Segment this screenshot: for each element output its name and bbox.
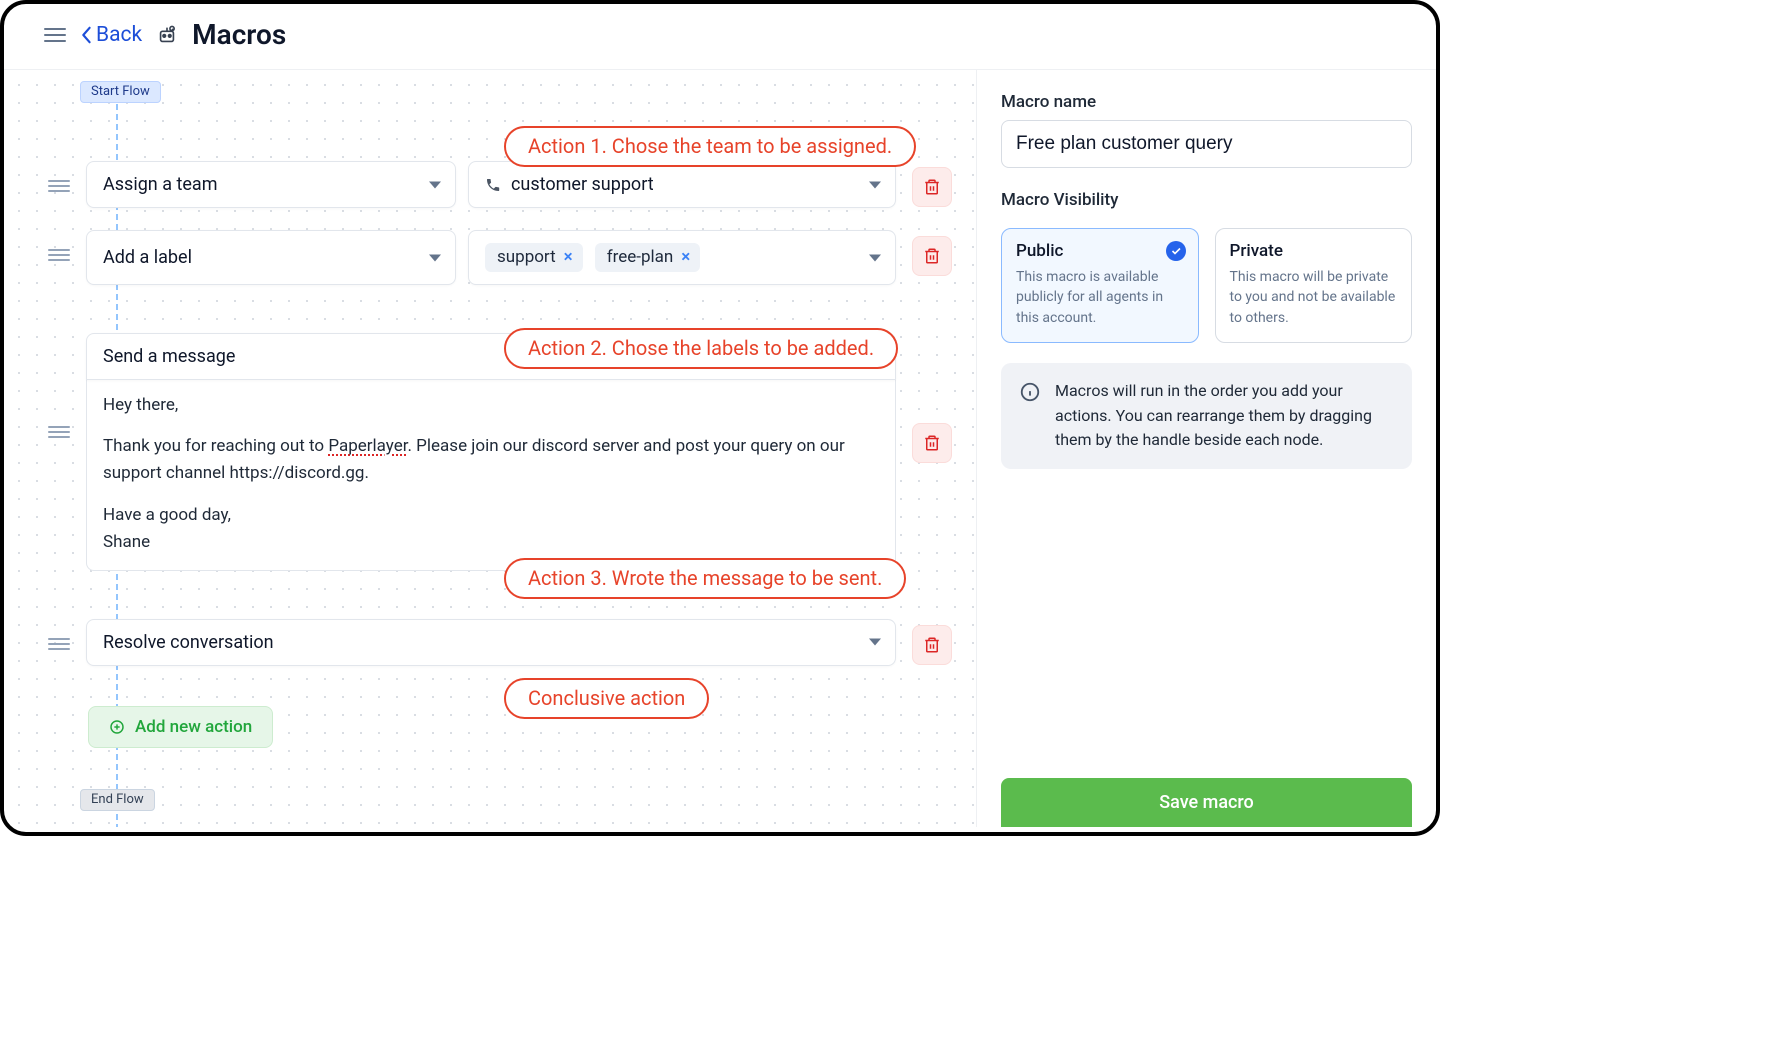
tag-label: support — [497, 247, 556, 267]
trash-icon — [923, 247, 941, 265]
action-value-label: customer support — [511, 174, 654, 195]
remove-tag-button[interactable]: × — [564, 247, 573, 267]
label-tags-input[interactable]: support × free-plan × — [468, 230, 896, 285]
macro-name-label: Macro name — [1001, 92, 1412, 112]
message-line: Thank you for reaching out to Paperlayer… — [103, 433, 879, 487]
macro-name-input[interactable] — [1001, 120, 1412, 168]
plus-circle-icon — [109, 719, 125, 735]
annotation-3: Action 3. Wrote the message to be sent. — [504, 558, 906, 599]
message-textarea[interactable]: Hey there, Thank you for reaching out to… — [86, 380, 896, 571]
delete-action-button[interactable] — [912, 625, 952, 665]
message-line: Have a good day, — [103, 502, 879, 529]
delete-action-button[interactable] — [912, 236, 952, 276]
add-action-button[interactable]: Add new action — [88, 706, 273, 748]
visibility-card-title: Public — [1016, 241, 1184, 261]
info-text: Macros will run in the order you add you… — [1055, 379, 1394, 453]
start-flow-badge: Start Flow — [80, 81, 161, 103]
annotation-4: Conclusive action — [504, 678, 709, 719]
delete-action-button[interactable] — [912, 167, 952, 207]
tag-label: free-plan — [607, 247, 674, 267]
visibility-public-card[interactable]: Public This macro is available publicly … — [1001, 228, 1199, 343]
action-node-resolve: Resolve conversation — [48, 619, 956, 666]
tag-free-plan: free-plan × — [595, 243, 701, 272]
trash-icon — [923, 636, 941, 654]
action-type-select[interactable]: Add a label — [86, 230, 456, 285]
back-link[interactable]: Back — [80, 23, 142, 47]
action-node-assign-team: Assign a team customer support — [48, 161, 956, 208]
action-node-add-label: Add a label support × free-plan × — [48, 230, 956, 285]
end-flow-badge: End Flow — [80, 789, 155, 811]
action-type-label: Resolve conversation — [103, 632, 274, 653]
bot-icon — [156, 24, 178, 46]
trash-icon — [923, 178, 941, 196]
chevron-left-icon — [80, 26, 92, 44]
info-icon — [1019, 381, 1041, 403]
message-line: Shane — [103, 529, 879, 556]
back-label: Back — [96, 23, 142, 47]
right-panel: Macro name Macro Visibility Public This … — [976, 69, 1436, 827]
drag-handle-icon[interactable] — [48, 423, 70, 441]
app-window: Back Macros Start Flow Action 1. Chose t… — [0, 0, 1440, 836]
action-type-select[interactable]: Resolve conversation — [86, 619, 896, 666]
visibility-card-title: Private — [1230, 241, 1398, 261]
drag-handle-icon[interactable] — [48, 246, 70, 264]
action-type-label: Send a message — [103, 346, 235, 367]
header: Back Macros — [4, 4, 1436, 69]
action-type-select[interactable]: Assign a team — [86, 161, 456, 208]
check-circle-icon — [1166, 241, 1186, 261]
phone-icon — [485, 177, 501, 193]
add-action-label: Add new action — [135, 717, 252, 737]
chevron-down-icon — [429, 181, 441, 188]
flow-canvas[interactable]: Start Flow Action 1. Chose the team to b… — [4, 69, 976, 827]
action-value-select[interactable]: customer support — [468, 161, 896, 208]
save-label: Save macro — [1159, 792, 1254, 813]
chevron-down-icon — [429, 254, 441, 261]
action-type-label: Assign a team — [103, 174, 217, 195]
annotation-1: Action 1. Chose the team to be assigned. — [504, 126, 916, 167]
visibility-private-card[interactable]: Private This macro will be private to yo… — [1215, 228, 1413, 343]
info-banner: Macros will run in the order you add you… — [1001, 363, 1412, 469]
visibility-card-desc: This macro is available publicly for all… — [1016, 267, 1184, 328]
drag-handle-icon[interactable] — [48, 177, 70, 195]
page-title: Macros — [192, 18, 286, 51]
message-line: Hey there, — [103, 392, 879, 419]
delete-action-button[interactable] — [912, 423, 952, 463]
visibility-card-desc: This macro will be private to you and no… — [1230, 267, 1398, 328]
menu-icon[interactable] — [44, 24, 66, 46]
action-type-label: Add a label — [103, 247, 192, 268]
drag-handle-icon[interactable] — [48, 635, 70, 653]
save-macro-button[interactable]: Save macro — [1001, 778, 1412, 827]
tag-support: support × — [485, 243, 583, 272]
chevron-down-icon — [869, 254, 881, 261]
chevron-down-icon — [869, 181, 881, 188]
remove-tag-button[interactable]: × — [681, 247, 690, 267]
chevron-down-icon — [869, 639, 881, 646]
annotation-2: Action 2. Chose the labels to be added. — [504, 328, 898, 369]
visibility-label: Macro Visibility — [1001, 190, 1412, 210]
trash-icon — [923, 434, 941, 452]
